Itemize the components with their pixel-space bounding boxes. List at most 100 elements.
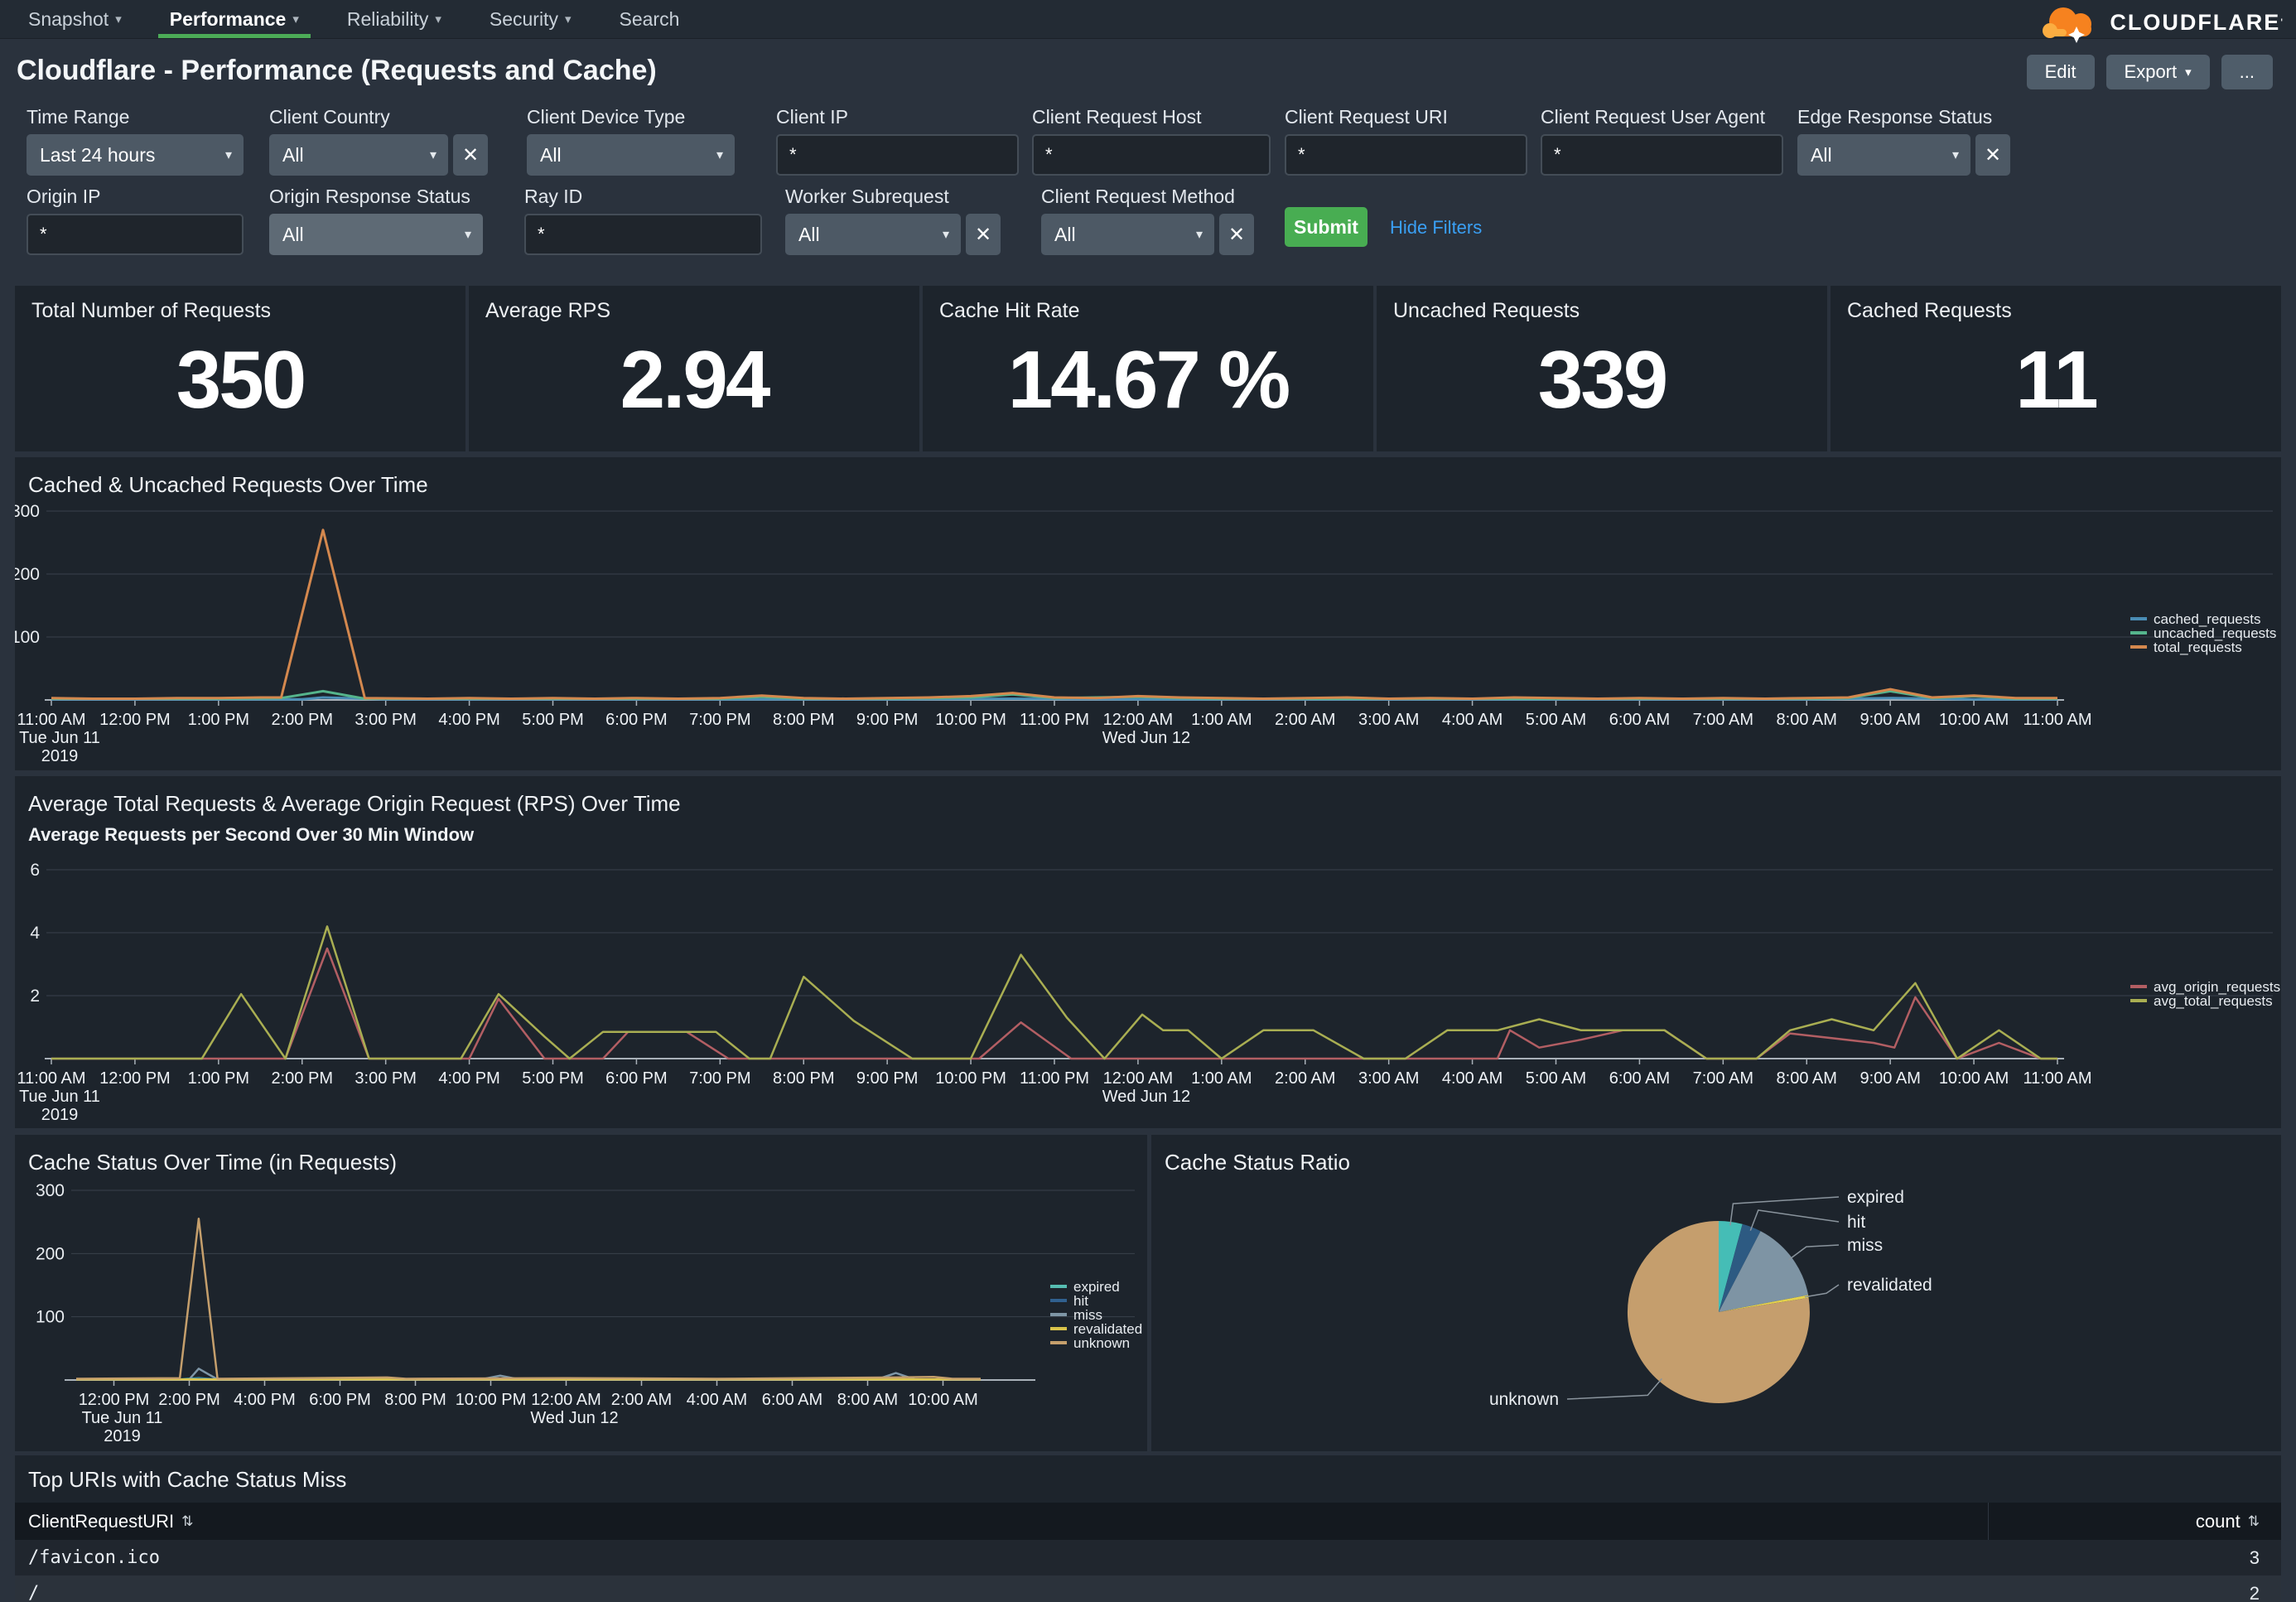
nav-item-reliability[interactable]: Reliability▾	[335, 0, 453, 38]
svg-text:6:00 PM: 6:00 PM	[309, 1391, 370, 1409]
legend-item-total_requests[interactable]: total_requests	[2154, 639, 2242, 655]
more-button[interactable]: ...	[2221, 55, 2273, 89]
svg-text:5:00 AM: 5:00 AM	[1526, 1069, 1586, 1088]
clear-edge-response-status-button[interactable]: ✕	[1975, 134, 2010, 176]
filter-ray-id: Ray ID	[524, 186, 762, 255]
hide-filters-link[interactable]: Hide Filters	[1390, 217, 1482, 239]
dashboard-page: Snapshot▾ Performance▾ Reliability▾ Securit…	[0, 0, 2296, 1602]
chevron-down-icon: ▾	[456, 226, 471, 243]
nav-item-snapshot[interactable]: Snapshot▾	[17, 0, 133, 38]
edit-button[interactable]: Edit	[2027, 55, 2095, 89]
svg-text:6:00 AM: 6:00 AM	[762, 1391, 822, 1409]
svg-text:4:00 PM: 4:00 PM	[234, 1391, 295, 1409]
svg-text:4: 4	[30, 924, 40, 943]
origin-response-status-select[interactable]: All▾	[269, 214, 483, 255]
svg-text:200: 200	[15, 565, 40, 584]
worker-subrequest-select[interactable]: All▾	[785, 214, 961, 255]
client-request-user-agent-input[interactable]	[1541, 134, 1783, 176]
table-header: ClientRequestURI⇅ count⇅	[15, 1503, 2281, 1540]
cached-uncached-line-chart: 10020030011:00 AMTue Jun 11201912:00 PM1…	[15, 457, 2281, 770]
svg-text:12:00 AM: 12:00 AM	[531, 1391, 601, 1409]
svg-text:8:00 PM: 8:00 PM	[384, 1391, 446, 1409]
stat-cache-hit-rate: Cache Hit Rate 14.67 %	[923, 286, 1373, 451]
client-device-type-select[interactable]: All▾	[527, 134, 735, 176]
svg-text:7:00 AM: 7:00 AM	[1693, 711, 1753, 729]
clear-client-country-button[interactable]: ✕	[453, 134, 488, 176]
nav-item-search[interactable]: Search	[607, 0, 691, 38]
export-button[interactable]: Export▾	[2106, 55, 2210, 89]
nav-item-performance[interactable]: Performance▾	[158, 0, 311, 38]
filter-bar: Time Range Last 24 hours▾ Client Country…	[0, 106, 2296, 263]
client-ip-input[interactable]	[776, 134, 1019, 176]
svg-text:4:00 AM: 4:00 AM	[1442, 1069, 1503, 1088]
chevron-down-icon: ▾	[292, 12, 299, 27]
filter-client-ip: Client IP	[776, 106, 1019, 176]
submit-button[interactable]: Submit	[1285, 207, 1367, 247]
chevron-down-icon: ▾	[934, 226, 949, 243]
nav-item-security[interactable]: Security▾	[478, 0, 583, 38]
filter-client-request-user-agent: Client Request User Agent	[1541, 106, 1783, 176]
chevron-down-icon: ▾	[708, 147, 723, 163]
nav-menu: Snapshot▾ Performance▾ Reliability▾ Securit…	[17, 0, 716, 38]
svg-text:10:00 AM: 10:00 AM	[1939, 711, 2009, 729]
cache-status-time-chart-panel: Cache Status Over Time (in Requests) 100…	[15, 1135, 1147, 1451]
svg-text:2:00 PM: 2:00 PM	[272, 1069, 333, 1088]
client-country-select[interactable]: All▾	[269, 134, 448, 176]
pie-label-unknown: unknown	[1489, 1390, 1559, 1409]
svg-text:6:00 PM: 6:00 PM	[605, 711, 667, 729]
cell-uri: /favicon.ico	[15, 1547, 1988, 1568]
cloudflare-cloud-icon	[2033, 2, 2105, 43]
chevron-down-icon: ▾	[115, 12, 122, 27]
stat-cached-requests: Cached Requests 11	[1831, 286, 2281, 451]
svg-text:1:00 PM: 1:00 PM	[188, 711, 249, 729]
svg-text:5:00 PM: 5:00 PM	[522, 1069, 583, 1088]
svg-text:5:00 PM: 5:00 PM	[522, 711, 583, 729]
filter-client-device-type: Client Device Type All▾	[527, 106, 735, 176]
client-request-uri-input[interactable]	[1285, 134, 1527, 176]
time-range-select[interactable]: Last 24 hours▾	[27, 134, 244, 176]
svg-text:100: 100	[36, 1308, 65, 1327]
edge-response-status-select[interactable]: All▾	[1797, 134, 1970, 176]
svg-text:11:00 AM: 11:00 AM	[2023, 1069, 2091, 1088]
legend-item-unknown[interactable]: unknown	[1073, 1335, 1130, 1351]
ray-id-input[interactable]	[524, 214, 762, 255]
top-uris-table-panel: Top URIs with Cache Status Miss ClientRe…	[15, 1455, 2281, 1602]
clear-worker-subrequest-button[interactable]: ✕	[966, 214, 1001, 255]
svg-text:100: 100	[15, 628, 40, 647]
client-request-method-select[interactable]: All▾	[1041, 214, 1214, 255]
svg-text:2:00 PM: 2:00 PM	[272, 711, 333, 729]
svg-text:Wed Jun 12: Wed Jun 12	[1102, 729, 1190, 747]
svg-text:12:00 AM: 12:00 AM	[1103, 1069, 1174, 1088]
close-icon: ✕	[462, 143, 479, 167]
cache-status-line-chart: 10020030012:00 PMTue Jun 1120192:00 PM4:…	[15, 1135, 1147, 1451]
cloudflare-logo: CLOUDFLARE'	[2033, 2, 2283, 43]
svg-text:10:00 PM: 10:00 PM	[935, 711, 1006, 729]
origin-ip-input[interactable]	[27, 214, 244, 255]
svg-text:1:00 AM: 1:00 AM	[1191, 711, 1252, 729]
stat-total-requests: Total Number of Requests 350	[15, 286, 465, 451]
column-header-uri[interactable]: ClientRequestURI⇅	[15, 1503, 1988, 1540]
svg-text:Wed Jun 12: Wed Jun 12	[1102, 1088, 1190, 1106]
svg-text:9:00 AM: 9:00 AM	[1859, 1069, 1920, 1088]
clear-client-request-method-button[interactable]: ✕	[1219, 214, 1254, 255]
filter-client-request-uri: Client Request URI	[1285, 106, 1527, 176]
svg-text:11:00 PM: 11:00 PM	[1020, 1069, 1089, 1088]
svg-text:4:00 PM: 4:00 PM	[438, 711, 499, 729]
legend-item-avg_total_requests[interactable]: avg_total_requests	[2154, 993, 2273, 1009]
client-request-host-input[interactable]	[1032, 134, 1271, 176]
chevron-down-icon: ▾	[435, 12, 441, 27]
svg-text:2:00 AM: 2:00 AM	[1275, 711, 1335, 729]
close-icon: ✕	[1985, 143, 2001, 167]
svg-text:1:00 PM: 1:00 PM	[188, 1069, 249, 1088]
average-rps-chart-panel: Average Total Requests & Average Origin …	[15, 776, 2281, 1128]
table-row: /2	[15, 1575, 2281, 1602]
svg-text:8:00 AM: 8:00 AM	[1777, 1069, 1837, 1088]
column-header-count[interactable]: count⇅	[1988, 1503, 2281, 1540]
svg-text:2: 2	[30, 987, 40, 1006]
average-rps-line-chart: 24611:00 AMTue Jun 11201912:00 PM1:00 PM…	[15, 776, 2281, 1128]
cell-count: 3	[1988, 1547, 2281, 1569]
svg-text:9:00 PM: 9:00 PM	[856, 711, 918, 729]
svg-text:3:00 AM: 3:00 AM	[1358, 711, 1419, 729]
filter-origin-ip: Origin IP	[27, 186, 244, 255]
svg-text:11:00 AM: 11:00 AM	[2023, 711, 2091, 729]
